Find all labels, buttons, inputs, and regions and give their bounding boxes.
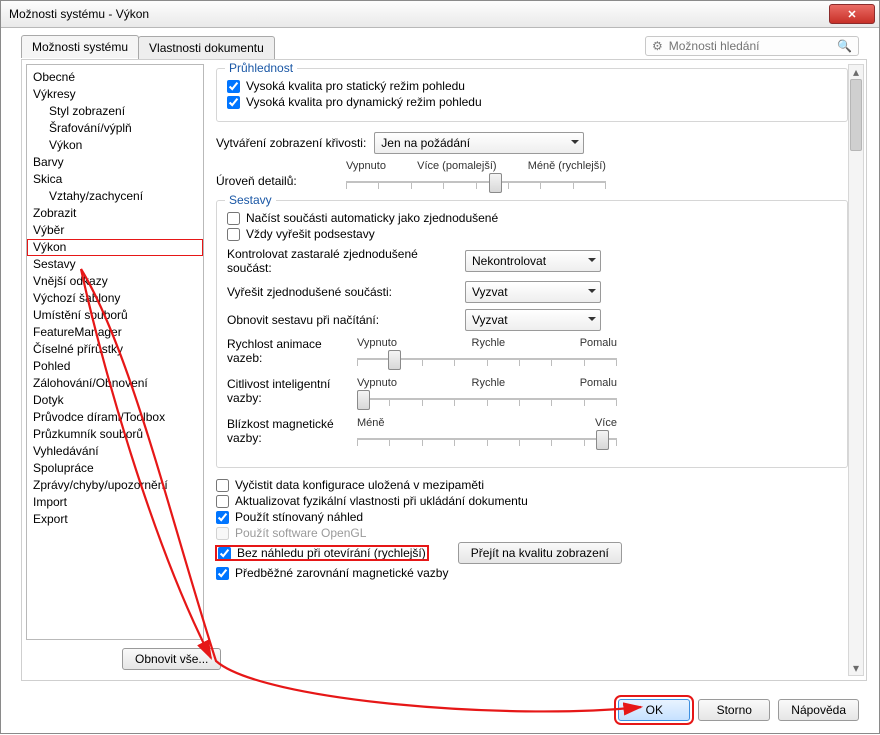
tree-item[interactable]: Výkon [27,239,203,256]
tree-item[interactable]: Vyhledávání [27,443,203,460]
cancel-button[interactable]: Storno [698,699,770,721]
chk-dynamic-quality[interactable]: Vysoká kvalita pro dynamický režim pohle… [227,95,837,109]
tree-item[interactable]: Vztahy/zachycení [27,188,203,205]
settings-panel: Průhlednost Vysoká kvalita pro statický … [216,64,848,676]
title-bar: Možnosti systému - Výkon ✕ [1,1,879,28]
label-check-outdated: Kontrolovat zastaralé zjednodušené součá… [227,247,457,275]
dialog-window: Možnosti systému - Výkon ✕ Možnosti syst… [0,0,880,734]
tree-item[interactable]: Barvy [27,154,203,171]
label-rebuild: Obnovit sestavu při načítání: [227,313,457,327]
slider-lod[interactable] [346,172,606,190]
chk-resolve-sub[interactable]: Vždy vyřešit podsestavy [227,227,837,241]
group-title-assemblies: Sestavy [225,193,276,207]
tree-item[interactable]: Číselné přírůstky [27,341,203,358]
combo-rebuild[interactable]: Vyzvat [465,309,601,331]
tree-item[interactable]: Import [27,494,203,511]
slider-smart-sens[interactable] [357,389,617,407]
search-input[interactable] [667,38,837,54]
label-resolve-lw: Vyřešit zjednodušené součásti: [227,285,457,299]
tree-item[interactable]: Průzkumník souborů [27,426,203,443]
tab-document-properties[interactable]: Vlastnosti dokumentu [138,36,275,59]
combo-resolve-lw[interactable]: Vyzvat [465,281,601,303]
dialog-footer: OK Storno Nápověda [1,687,879,733]
tree-item[interactable]: Výběr [27,222,203,239]
tree-item[interactable]: Zprávy/chyby/upozornění [27,477,203,494]
tree-item[interactable]: Export [27,511,203,528]
tree-item[interactable]: Výchozí šablony [27,290,203,307]
combo-curvature[interactable]: Jen na požádání [374,132,584,154]
ok-button[interactable]: OK [618,699,690,721]
tree-item[interactable]: Styl zobrazení [27,103,203,120]
row-curvature: Vytváření zobrazení křivosti: Jen na pož… [216,132,848,154]
tree-item[interactable]: Průvodce dírami/Toolbox [27,409,203,426]
tab-system-options[interactable]: Možnosti systému [21,35,139,58]
goto-image-quality-button[interactable]: Přejít na kvalitu zobrazení [458,542,622,564]
label-lod: Úroveň detailů: [216,174,346,190]
tree-item[interactable]: Zálohování/Obnovení [27,375,203,392]
slider-mag-prox[interactable] [357,429,617,447]
tree-item[interactable]: Spolupráce [27,460,203,477]
gear-icon: ⚙ [652,39,663,53]
tree-item[interactable]: Dotyk [27,392,203,409]
label-mate-speed: Rychlost animace vazeb: [227,337,357,367]
category-tree[interactable]: ObecnéVýkresyStyl zobrazeníŠrafování/výp… [26,64,204,640]
search-icon: 🔍 [837,39,852,53]
label-smart-sens: Citlivost inteligentní vazby: [227,377,357,407]
label-mag-prox: Blízkost magnetické vazby: [227,417,357,447]
chk-opengl: Použít software OpenGL [216,526,848,540]
content-panel: ObecnéVýkresyStyl zobrazeníŠrafování/výp… [21,59,867,681]
tab-row: Možnosti systému Vlastnosti dokumentu ⚙ … [1,28,879,60]
tree-item[interactable]: Šrafování/výplň [27,120,203,137]
tree-item[interactable]: Výkon [27,137,203,154]
slider-mate-speed[interactable] [357,349,617,367]
tree-item[interactable]: Obecné [27,69,203,86]
row-lod: Úroveň detailů: Vypnuto Více (pomalejší)… [216,160,848,190]
chk-shaded-preview[interactable]: Použít stínovaný náhled [216,510,848,524]
window-title: Možnosti systému - Výkon [9,7,829,21]
tree-item[interactable]: Zobrazit [27,205,203,222]
tree-item[interactable]: Skica [27,171,203,188]
group-transparency: Průhlednost Vysoká kvalita pro statický … [216,68,848,122]
group-assemblies: Sestavy Načíst součásti automaticky jako… [216,200,848,468]
scroll-up-icon[interactable]: ▴ [849,65,863,79]
label-curvature: Vytváření zobrazení křivosti: [216,136,366,150]
chk-prealign-magnetic[interactable]: Předběžné zarovnání magnetické vazby [216,566,848,580]
chk-purge-cache[interactable]: Vyčistit data konfigurace uložená v mezi… [216,478,848,492]
scrollbar-thumb[interactable] [850,79,862,151]
chk-static-quality[interactable]: Vysoká kvalita pro statický režim pohled… [227,79,837,93]
tree-item[interactable]: Pohled [27,358,203,375]
tree-item[interactable]: Vnější odkazy [27,273,203,290]
chk-load-lightweight[interactable]: Načíst součásti automaticky jako zjednod… [227,211,837,225]
vertical-scrollbar[interactable]: ▴ ▾ [848,64,864,676]
group-title-transparency: Průhlednost [225,61,297,75]
chk-update-mass[interactable]: Aktualizovat fyzikální vlastnosti při uk… [216,494,848,508]
close-button[interactable]: ✕ [829,4,875,24]
tree-item[interactable]: Umístění souborů [27,307,203,324]
tree-item[interactable]: FeatureManager [27,324,203,341]
help-button[interactable]: Nápověda [778,699,859,721]
chk-no-preview[interactable]: Bez náhledu při otevírání (rychlejší) [216,546,428,560]
tree-item[interactable]: Výkresy [27,86,203,103]
search-field[interactable]: ⚙ 🔍 [645,36,859,56]
reset-all-button[interactable]: Obnovit vše... [122,648,221,670]
close-icon: ✕ [847,8,856,21]
combo-check-outdated[interactable]: Nekontrolovat [465,250,601,272]
tree-item[interactable]: Sestavy [27,256,203,273]
scroll-down-icon[interactable]: ▾ [849,661,863,675]
